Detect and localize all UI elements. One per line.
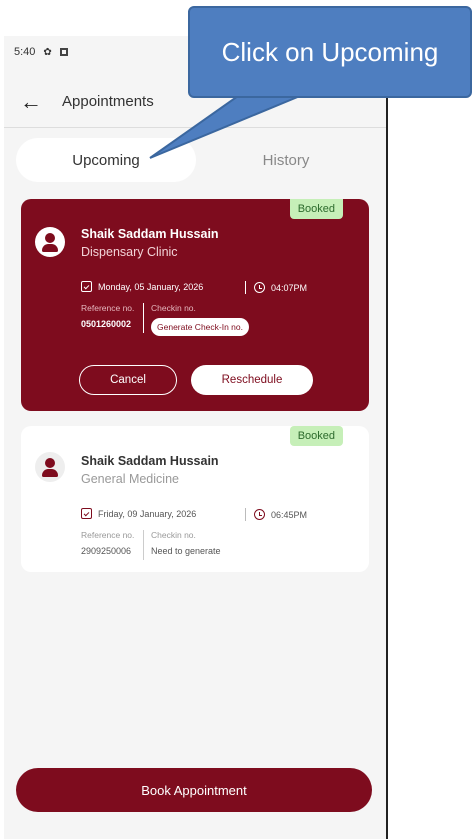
clock-icon	[254, 509, 265, 520]
back-arrow-icon[interactable]: ←	[20, 90, 50, 112]
status-badge: Booked	[289, 426, 343, 446]
tab-upcoming[interactable]: Upcoming	[16, 138, 196, 182]
divider	[143, 303, 144, 333]
reschedule-button[interactable]: Reschedule	[191, 365, 313, 395]
notification-icon	[60, 48, 69, 56]
phone-screen: 5:40 ✿ ← Appointments Upcoming History B…	[4, 36, 388, 839]
divider	[245, 508, 246, 521]
date-text: Friday, 09 January, 2026	[98, 508, 197, 519]
status-bar: 5:40 ✿	[14, 44, 69, 60]
reference-number: 2909250006	[81, 546, 132, 556]
appointment-card[interactable]: Booked Shaik Saddam Hussain General Medi…	[21, 426, 369, 572]
cancel-button[interactable]: Cancel	[79, 365, 177, 395]
reference-label: Reference no.	[81, 530, 135, 540]
calendar-icon	[81, 281, 92, 292]
reference-number: 0501260002	[81, 319, 132, 329]
settings-icon: ✿	[43, 46, 52, 58]
avatar-icon	[35, 452, 65, 482]
status-badge: Booked	[289, 199, 343, 219]
patient-name: Shaik Saddam Hussain	[81, 227, 219, 241]
department-name: General Medicine	[81, 472, 179, 486]
appointment-time: 04:07PM	[245, 281, 307, 294]
tab-bar: Upcoming History	[16, 138, 376, 182]
patient-name: Shaik Saddam Hussain	[81, 454, 219, 468]
time-text: 06:45PM	[271, 509, 308, 520]
calendar-icon	[81, 508, 92, 519]
book-appointment-button[interactable]: Book Appointment	[16, 768, 372, 812]
appointment-date: Friday, 09 January, 2026	[81, 508, 196, 519]
clock-icon	[254, 282, 265, 293]
department-name: Dispensary Clinic	[81, 245, 178, 259]
reference-label: Reference no.	[81, 303, 135, 313]
appointment-card[interactable]: Booked Shaik Saddam Hussain Dispensary C…	[21, 199, 369, 411]
status-time: 5:40	[14, 46, 36, 58]
appointment-date: Monday, 05 January, 2026	[81, 281, 203, 292]
divider	[143, 530, 144, 560]
avatar-icon	[35, 227, 65, 257]
instruction-callout: Click on Upcoming	[188, 6, 472, 98]
checkin-label: Checkin no.	[151, 530, 196, 540]
generate-checkin-button[interactable]: Generate Check-In no.	[151, 318, 249, 336]
date-text: Monday, 05 January, 2026	[98, 281, 204, 292]
appointment-time: 06:45PM	[245, 508, 307, 521]
page-title: Appointments	[62, 93, 154, 110]
divider	[245, 281, 246, 294]
checkin-status: Need to generate	[151, 546, 221, 556]
tab-history[interactable]: History	[196, 138, 376, 182]
checkin-label: Checkin no.	[151, 303, 196, 313]
time-text: 04:07PM	[271, 282, 308, 293]
